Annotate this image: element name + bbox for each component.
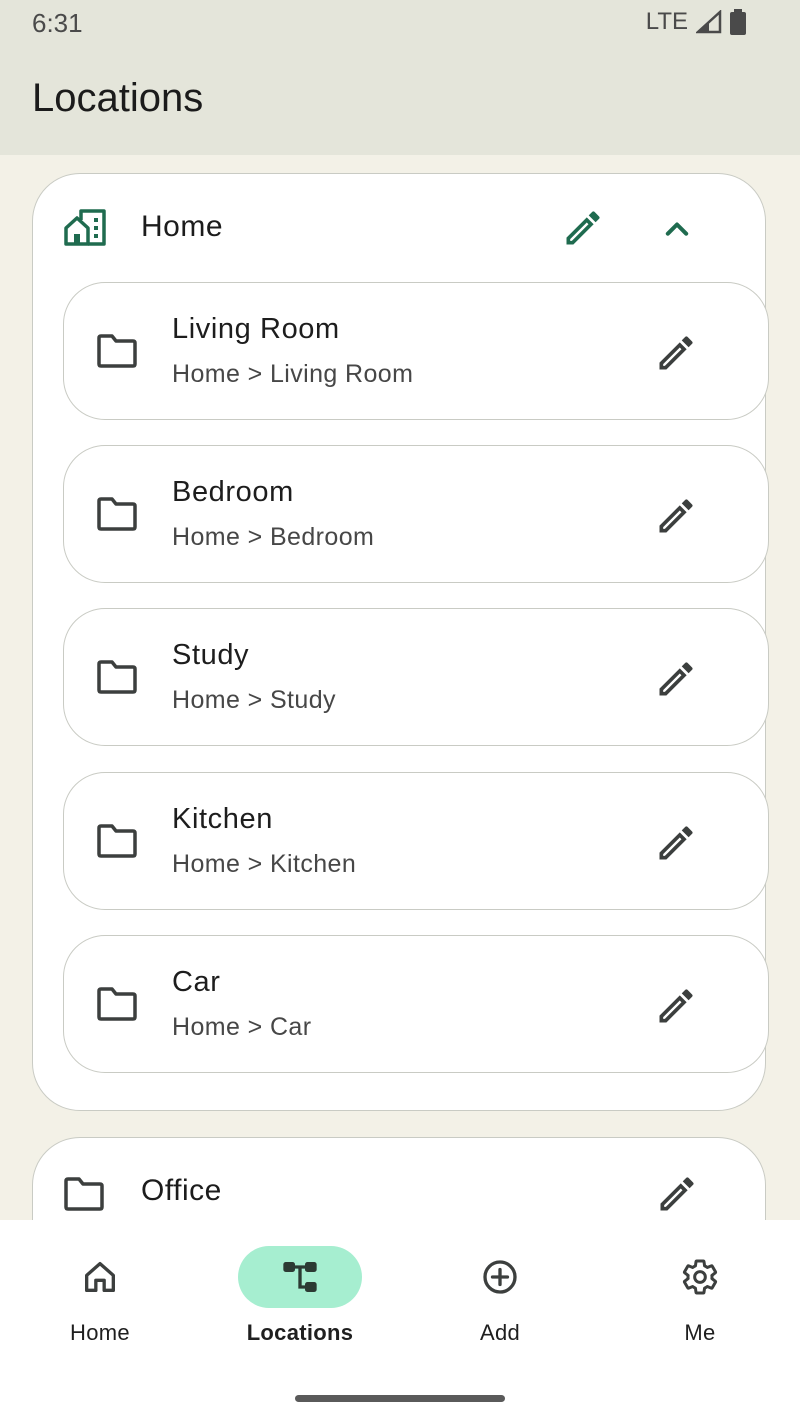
item-path: Home > Car xyxy=(172,1013,312,1041)
tree-icon xyxy=(283,1262,317,1292)
gear-icon xyxy=(682,1259,718,1295)
edit-pencil-icon[interactable] xyxy=(655,1172,699,1216)
edit-pencil-icon[interactable] xyxy=(654,494,698,538)
list-item-study[interactable]: Study Home > Study xyxy=(63,608,769,746)
list-item-bedroom[interactable]: Bedroom Home > Bedroom xyxy=(63,445,769,583)
chevron-up-icon[interactable] xyxy=(655,208,699,252)
group-title: Office xyxy=(141,1174,222,1207)
home-icon xyxy=(85,1262,116,1292)
status-icons: LTE xyxy=(646,8,746,36)
edit-pencil-icon[interactable] xyxy=(654,331,698,375)
nav-label: Locations xyxy=(246,1320,354,1345)
item-path: Home > Study xyxy=(172,686,336,714)
folder-icon xyxy=(64,1177,104,1211)
status-time: 6:31 xyxy=(32,8,83,38)
nav-label: Me xyxy=(684,1320,716,1345)
edit-pencil-icon[interactable] xyxy=(654,821,698,865)
list-item-living-room[interactable]: Living Room Home > Living Room xyxy=(63,282,769,420)
signal-icon xyxy=(696,10,722,34)
nav-item-me[interactable]: Me xyxy=(600,1246,800,1366)
edit-pencil-icon[interactable] xyxy=(561,206,605,250)
item-title: Living Room xyxy=(172,313,340,345)
nav-item-locations[interactable]: Locations xyxy=(200,1246,400,1366)
battery-icon xyxy=(730,9,746,35)
network-type: LTE xyxy=(645,8,688,35)
nav-label: Home xyxy=(70,1320,130,1345)
folder-icon xyxy=(97,497,137,531)
locations-list[interactable]: Home Living Room Home > Living Room Bedr… xyxy=(0,155,800,1220)
app-bar: Locations xyxy=(0,48,800,155)
bottom-navigation: Home Locations Add Me xyxy=(0,1220,800,1422)
item-title: Study xyxy=(172,639,250,671)
edit-pencil-icon[interactable] xyxy=(654,657,698,701)
item-path: Home > Living Room xyxy=(172,360,414,388)
status-bar: 6:31 LTE xyxy=(0,0,800,48)
edit-pencil-icon[interactable] xyxy=(654,984,698,1028)
group-title: Home xyxy=(141,210,224,243)
location-group-office[interactable]: Office xyxy=(32,1137,766,1220)
list-item-car[interactable]: Car Home > Car xyxy=(63,935,769,1073)
nav-item-add[interactable]: Add xyxy=(400,1246,600,1366)
item-title: Car xyxy=(172,966,221,998)
page-title: Locations xyxy=(32,76,204,120)
item-title: Kitchen xyxy=(172,803,273,835)
item-title: Bedroom xyxy=(172,476,294,508)
gesture-handle[interactable] xyxy=(295,1395,505,1402)
item-path: Home > Bedroom xyxy=(172,523,375,551)
folder-icon xyxy=(97,334,137,368)
nav-item-home[interactable]: Home xyxy=(0,1246,200,1366)
group-header[interactable]: Home xyxy=(33,174,765,278)
house-building-icon xyxy=(64,209,106,246)
nav-label: Add xyxy=(479,1320,521,1345)
folder-icon xyxy=(97,660,137,694)
item-path: Home > Kitchen xyxy=(172,850,357,878)
folder-icon xyxy=(97,987,137,1021)
folder-icon xyxy=(97,824,137,858)
list-item-kitchen[interactable]: Kitchen Home > Kitchen xyxy=(63,772,769,910)
add-circle-icon xyxy=(483,1260,517,1294)
location-group-home: Home Living Room Home > Living Room Bedr… xyxy=(32,173,769,1111)
